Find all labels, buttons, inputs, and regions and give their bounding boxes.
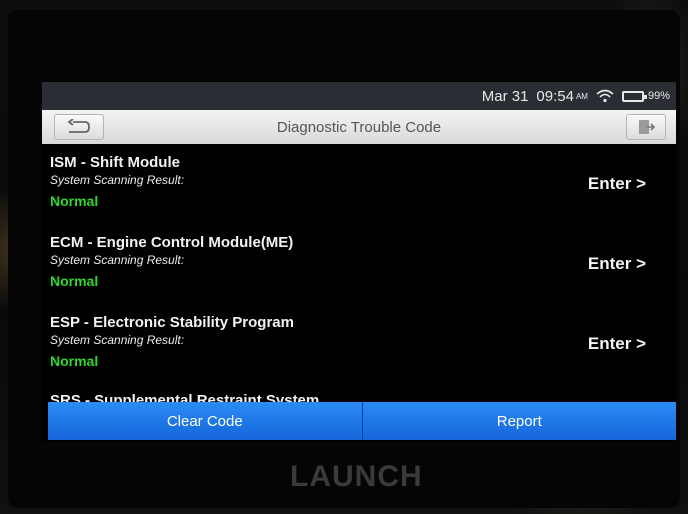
module-name: ISM - Shift Module [50, 154, 180, 171]
status-bar: Mar 31 09:54 AM 99% [42, 82, 676, 110]
result-status: Normal [50, 273, 99, 289]
wifi-icon [596, 89, 614, 103]
status-date: Mar 31 [481, 87, 529, 105]
result-label: System Scanning Result: [50, 333, 185, 347]
module-item-ecm[interactable]: ECM - Engine Control Module(ME) System S… [50, 234, 660, 314]
module-item-srs[interactable]: SRS - Supplemental Restraint System [50, 392, 660, 402]
page-title: Diagnostic Trouble Code [276, 118, 442, 136]
title-bar: Diagnostic Trouble Code [42, 110, 676, 144]
clear-code-button[interactable]: Clear Code [48, 402, 362, 440]
result-status: Normal [50, 353, 99, 369]
status-meridiem: AM [575, 91, 588, 101]
module-list[interactable]: ISM - Shift Module System Scanning Resul… [42, 144, 676, 402]
action-bar: Clear Code Report [48, 402, 676, 440]
module-name: ECM - Engine Control Module(ME) [50, 234, 294, 251]
exit-icon [639, 120, 655, 134]
report-button[interactable]: Report [362, 402, 676, 440]
module-name: ESP - Electronic Stability Program [50, 314, 294, 331]
result-status: Normal [50, 193, 99, 209]
back-button[interactable] [54, 114, 104, 140]
enter-button[interactable]: Enter > [588, 254, 646, 274]
back-arrow-icon [67, 119, 90, 133]
battery-percent: 99% [647, 90, 670, 102]
enter-button[interactable]: Enter > [588, 174, 646, 194]
result-label: System Scanning Result: [50, 253, 185, 267]
module-item-ism[interactable]: ISM - Shift Module System Scanning Resul… [50, 154, 660, 234]
status-time: 09:54 [536, 87, 574, 105]
device-screen: Mar 31 09:54 AM 99% Diagnostic Trouble C… [42, 82, 676, 442]
battery-icon [621, 90, 647, 102]
exit-button[interactable] [626, 114, 666, 140]
module-name: SRS - Supplemental Restraint System [50, 392, 320, 402]
module-item-esp[interactable]: ESP - Electronic Stability Program Syste… [50, 314, 660, 394]
brand-logo: LAUNCH [290, 460, 423, 493]
result-label: System Scanning Result: [50, 173, 185, 187]
enter-button[interactable]: Enter > [588, 334, 646, 354]
